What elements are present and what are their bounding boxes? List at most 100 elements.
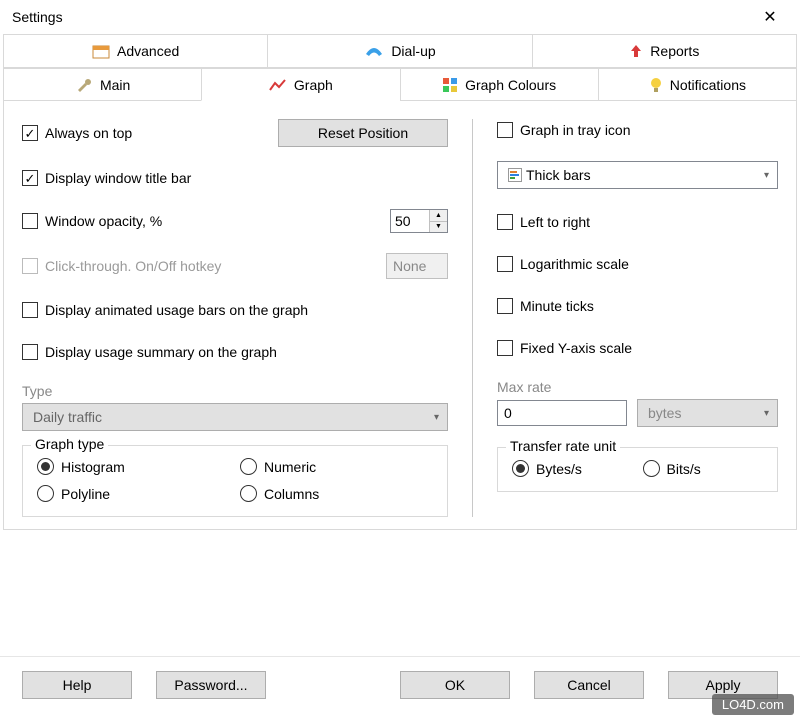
- type-value: Daily traffic: [33, 409, 102, 425]
- tab-label: Advanced: [117, 43, 179, 59]
- tab-row-lower: Main Graph Graph Colours Notifications: [4, 68, 796, 101]
- left-to-right-checkbox[interactable]: [497, 214, 513, 230]
- display-title-label: Display window title bar: [45, 170, 191, 186]
- max-rate-unit-dropdown[interactable]: bytes ▾: [637, 399, 778, 427]
- tab-label: Main: [100, 77, 130, 93]
- fixed-y-label: Fixed Y-axis scale: [520, 340, 632, 356]
- animated-bars-label: Display animated usage bars on the graph: [45, 302, 308, 318]
- click-through-checkbox: [22, 258, 38, 274]
- minute-ticks-checkbox[interactable]: [497, 298, 513, 314]
- radio-histogram[interactable]: Histogram: [37, 458, 230, 475]
- radio-numeric[interactable]: Numeric: [240, 458, 433, 475]
- window-title: Settings: [12, 9, 63, 25]
- fixed-y-checkbox[interactable]: [497, 340, 513, 356]
- graph-in-tray-label: Graph in tray icon: [520, 122, 631, 138]
- radio-columns[interactable]: Columns: [240, 485, 433, 502]
- radio-label: Bytes/s: [536, 461, 582, 477]
- bar-style-dropdown[interactable]: Thick bars ▾: [497, 161, 778, 189]
- close-icon: ✕: [763, 7, 776, 27]
- radio-icon: [240, 485, 257, 502]
- radio-label: Bits/s: [667, 461, 701, 477]
- tab-main[interactable]: Main: [4, 68, 201, 101]
- tab-notifications[interactable]: Notifications: [598, 68, 796, 101]
- left-column: Always on top Reset Position Display win…: [22, 119, 472, 517]
- watermark: LO4D.com: [712, 694, 794, 715]
- help-button[interactable]: Help: [22, 671, 132, 699]
- graph-in-tray-checkbox[interactable]: [497, 122, 513, 138]
- titlebar: Settings ✕: [0, 0, 800, 34]
- radio-bits[interactable]: Bits/s: [643, 460, 764, 477]
- right-column: Graph in tray icon Thick bars ▾ Left to …: [472, 119, 778, 517]
- palette-icon: [442, 77, 458, 93]
- graph-type-legend: Graph type: [31, 436, 108, 452]
- always-on-top-label: Always on top: [45, 125, 132, 141]
- max-rate-input[interactable]: [497, 400, 627, 426]
- radio-icon: [643, 460, 660, 477]
- usage-summary-checkbox[interactable]: [22, 344, 38, 360]
- tab-label: Notifications: [670, 77, 746, 93]
- tab-graph[interactable]: Graph: [201, 68, 399, 101]
- chevron-down-icon: ▾: [434, 412, 439, 423]
- window-opacity-label: Window opacity, %: [45, 213, 162, 229]
- tab-advanced[interactable]: Advanced: [4, 35, 267, 68]
- transfer-unit-legend: Transfer rate unit: [506, 438, 620, 454]
- tabs-container: Advanced Dial-up Reports Main Graph Grap…: [3, 34, 797, 530]
- radio-label: Numeric: [264, 459, 316, 475]
- animated-bars-checkbox[interactable]: [22, 302, 38, 318]
- transfer-unit-fieldset: Transfer rate unit Bytes/s Bits/s: [497, 447, 778, 492]
- tab-label: Graph Colours: [465, 77, 556, 93]
- tab-reports[interactable]: Reports: [532, 35, 796, 68]
- radio-label: Histogram: [61, 459, 125, 475]
- type-dropdown[interactable]: Daily traffic ▾: [22, 403, 448, 431]
- chevron-down-icon: ▾: [764, 170, 769, 181]
- max-rate-label: Max rate: [497, 379, 778, 395]
- opacity-input[interactable]: ▲▼: [390, 209, 448, 233]
- ok-button[interactable]: OK: [400, 671, 510, 699]
- opacity-value[interactable]: [391, 210, 429, 232]
- spin-down[interactable]: ▼: [430, 222, 447, 233]
- spin-up[interactable]: ▲: [430, 210, 447, 222]
- radio-bytes[interactable]: Bytes/s: [512, 460, 633, 477]
- log-scale-label: Logarithmic scale: [520, 256, 629, 272]
- close-button[interactable]: ✕: [750, 4, 790, 30]
- dialog-footer: Help Password... OK Cancel Apply: [0, 656, 800, 719]
- bar-style-value: Thick bars: [526, 167, 591, 183]
- reset-position-button[interactable]: Reset Position: [278, 119, 448, 147]
- bulb-icon: [649, 77, 663, 93]
- thick-bars-icon: [508, 168, 522, 182]
- tab-label: Reports: [650, 43, 699, 59]
- radio-icon: [240, 458, 257, 475]
- hotkey-input: [386, 253, 448, 279]
- opacity-spinner[interactable]: ▲▼: [429, 210, 447, 232]
- password-button[interactable]: Password...: [156, 671, 266, 699]
- tools-icon: [75, 77, 93, 93]
- phone-icon: [364, 44, 384, 58]
- graph-type-fieldset: Graph type Histogram Numeric Polyline: [22, 445, 448, 517]
- chart-icon: [269, 78, 287, 92]
- tab-row-upper: Advanced Dial-up Reports: [4, 35, 796, 68]
- up-arrow-icon: [629, 43, 643, 59]
- click-through-label: Click-through. On/Off hotkey: [45, 258, 221, 274]
- radio-icon: [37, 458, 54, 475]
- calendar-icon: [92, 43, 110, 59]
- max-rate-unit-value: bytes: [648, 405, 681, 421]
- radio-icon: [512, 460, 529, 477]
- log-scale-checkbox[interactable]: [497, 256, 513, 272]
- chevron-down-icon: ▾: [764, 408, 769, 419]
- tab-dialup[interactable]: Dial-up: [267, 35, 531, 68]
- cancel-button[interactable]: Cancel: [534, 671, 644, 699]
- display-title-checkbox[interactable]: [22, 170, 38, 186]
- tab-graph-colours[interactable]: Graph Colours: [400, 68, 598, 101]
- window-opacity-checkbox[interactable]: [22, 213, 38, 229]
- type-label: Type: [22, 383, 448, 399]
- radio-label: Columns: [264, 486, 319, 502]
- always-on-top-checkbox[interactable]: [22, 125, 38, 141]
- tab-label: Graph: [294, 77, 333, 93]
- minute-ticks-label: Minute ticks: [520, 298, 594, 314]
- usage-summary-label: Display usage summary on the graph: [45, 344, 277, 360]
- tab-label: Dial-up: [391, 43, 435, 59]
- left-to-right-label: Left to right: [520, 214, 590, 230]
- tab-content: Always on top Reset Position Display win…: [4, 101, 796, 529]
- radio-label: Polyline: [61, 486, 110, 502]
- radio-polyline[interactable]: Polyline: [37, 485, 230, 502]
